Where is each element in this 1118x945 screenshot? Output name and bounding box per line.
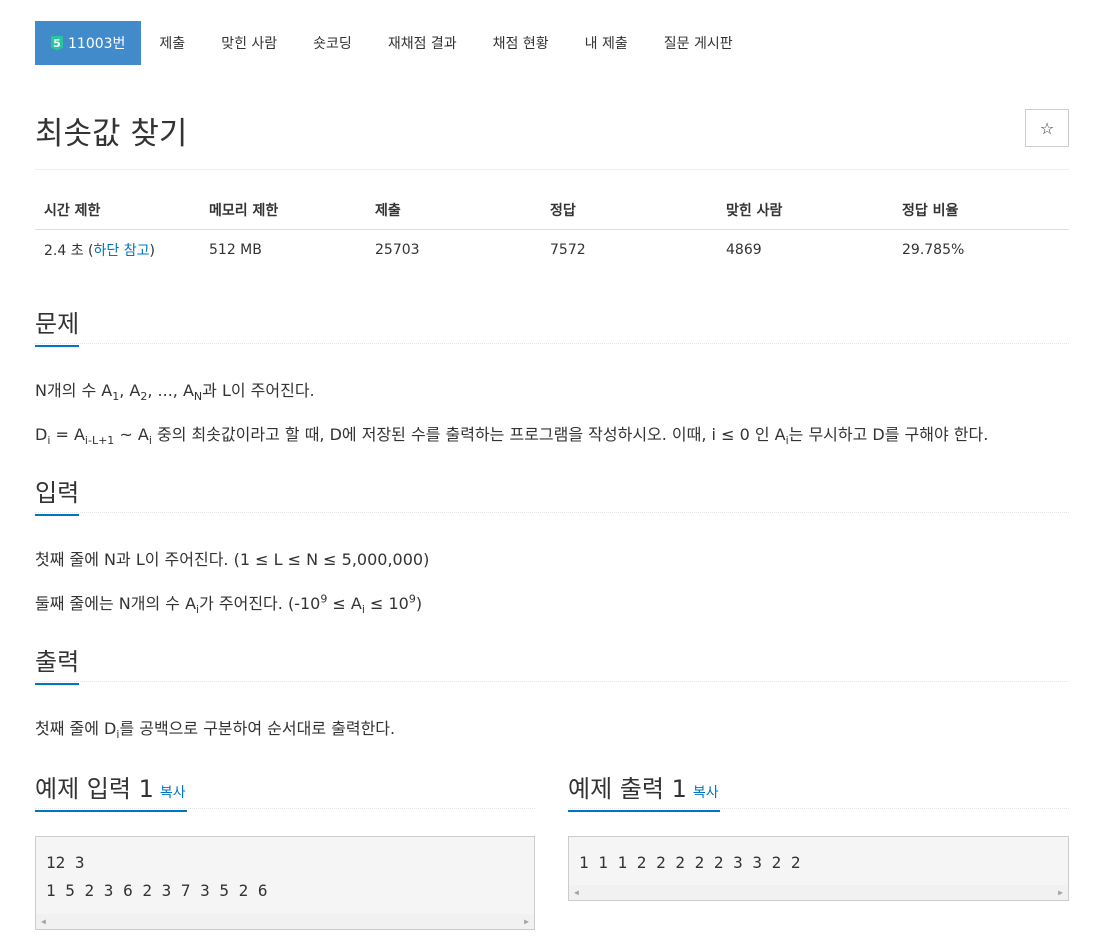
header-time-limit: 시간 제한 — [44, 202, 101, 219]
sample-output-heading: 예제 출력 1 복사 — [568, 769, 720, 812]
description-line-1: N개의 수 A1, A2, ..., AN과 L이 주어진다. — [35, 381, 315, 404]
description-line-2: Di = Ai-L+1 ~ Ai 중의 최솟값이라고 할 때, D에 저장된 수… — [35, 425, 989, 448]
input-heading-text: 입력 — [35, 479, 80, 507]
sample-input-box[interactable]: 12 3 1 5 2 3 6 2 3 7 3 5 2 6 ◀ ▶ — [35, 836, 535, 930]
heading-underline — [35, 810, 187, 812]
solvers-value: 4869 — [726, 242, 762, 258]
section-rule — [568, 808, 1069, 809]
tier-badge-icon: 5 — [51, 35, 63, 51]
section-rule — [35, 512, 1069, 513]
sample-input-text: 12 3 1 5 2 3 6 2 3 7 3 5 2 6 — [46, 853, 268, 900]
problem-menu: 5 11003번 제출 맞힌 사람 숏코딩 재채점 결과 채점 현황 내 제출 … — [35, 21, 751, 65]
description-heading-text: 문제 — [35, 310, 80, 338]
time-limit-close: ) — [149, 243, 155, 259]
tab-short-coding[interactable]: 숏코딩 — [295, 21, 370, 65]
copy-sample-input-button[interactable]: 복사 — [160, 785, 186, 801]
section-rule — [35, 343, 1069, 344]
sample-output-heading-text: 예제 출력 1 — [568, 775, 687, 803]
heading-underline — [35, 683, 79, 685]
copy-sample-output-button[interactable]: 복사 — [693, 785, 719, 801]
header-accepted: 정답 — [550, 202, 576, 219]
output-heading-text: 출력 — [35, 648, 80, 676]
tab-status[interactable]: 채점 현황 — [475, 21, 567, 65]
info-header-row: 시간 제한 메모리 제한 제출 정답 맞힌 사람 정답 비율 — [35, 190, 1069, 230]
description-heading: 문제 — [35, 304, 80, 347]
header-memory-limit: 메모리 제한 — [209, 202, 279, 219]
heading-underline — [35, 514, 79, 516]
star-icon: ☆ — [1039, 118, 1055, 138]
page-title: 최솟값 찾기 — [35, 116, 188, 152]
tab-question-board[interactable]: 질문 게시판 — [646, 21, 751, 65]
horizontal-scrollbar[interactable]: ◀ ▶ — [569, 885, 1068, 900]
header-submissions: 제출 — [375, 202, 401, 219]
scroll-right-icon[interactable]: ▶ — [1058, 888, 1063, 897]
sample-input-heading: 예제 입력 1 복사 — [35, 769, 187, 812]
input-heading: 입력 — [35, 473, 80, 516]
ratio-value: 29.785% — [902, 242, 965, 258]
section-rule — [35, 681, 1069, 682]
problem-info-table: 시간 제한 메모리 제한 제출 정답 맞힌 사람 정답 비율 2.4 초 (하단… — [35, 190, 1069, 270]
scroll-right-icon[interactable]: ▶ — [524, 917, 529, 926]
title-divider — [35, 169, 1069, 170]
sample-output-box[interactable]: 1 1 1 2 2 2 2 2 3 3 2 2 ◀ ▶ — [568, 836, 1069, 901]
section-rule — [35, 808, 535, 809]
time-limit-value: 2.4 초 (하단 참고) — [35, 240, 200, 260]
scroll-left-icon[interactable]: ◀ — [41, 917, 46, 926]
output-line-1: 첫째 줄에 Di를 공백으로 구분하여 순서대로 출력한다. — [35, 719, 396, 742]
tab-submit[interactable]: 제출 — [141, 21, 203, 65]
tab-problem[interactable]: 5 11003번 — [35, 21, 142, 65]
sample-input-heading-text: 예제 입력 1 — [35, 775, 154, 803]
accepted-value: 7572 — [550, 242, 586, 258]
time-limit-text: 2.4 초 ( — [44, 243, 94, 259]
heading-underline — [35, 345, 79, 347]
header-solvers: 맞힌 사람 — [726, 202, 783, 219]
favorite-star-button[interactable]: ☆ — [1025, 109, 1069, 147]
horizontal-scrollbar[interactable]: ◀ ▶ — [36, 914, 534, 929]
input-line-1: 첫째 줄에 N과 L이 주어진다. (1 ≤ L ≤ N ≤ 5,000,000… — [35, 550, 430, 569]
submissions-value: 25703 — [375, 242, 420, 258]
output-heading: 출력 — [35, 642, 80, 685]
tab-solvers[interactable]: 맞힌 사람 — [203, 21, 295, 65]
sample-output-text: 1 1 1 2 2 2 2 2 3 3 2 2 — [579, 853, 801, 872]
tab-my-submissions[interactable]: 내 제출 — [567, 21, 646, 65]
heading-underline — [568, 810, 720, 812]
time-limit-note-link[interactable]: 하단 참고 — [94, 243, 150, 259]
info-value-row: 2.4 초 (하단 참고) 512 MB 25703 7572 4869 29.… — [35, 230, 1069, 270]
memory-limit-value: 512 MB — [209, 242, 262, 258]
tab-rejudge-results[interactable]: 재채점 결과 — [370, 21, 475, 65]
input-line-2: 둘째 줄에는 N개의 수 Ai가 주어진다. (-109 ≤ Ai ≤ 109) — [35, 592, 423, 617]
tab-problem-label: 11003번 — [68, 36, 126, 52]
scroll-left-icon[interactable]: ◀ — [574, 888, 579, 897]
header-ratio: 정답 비율 — [902, 202, 959, 219]
